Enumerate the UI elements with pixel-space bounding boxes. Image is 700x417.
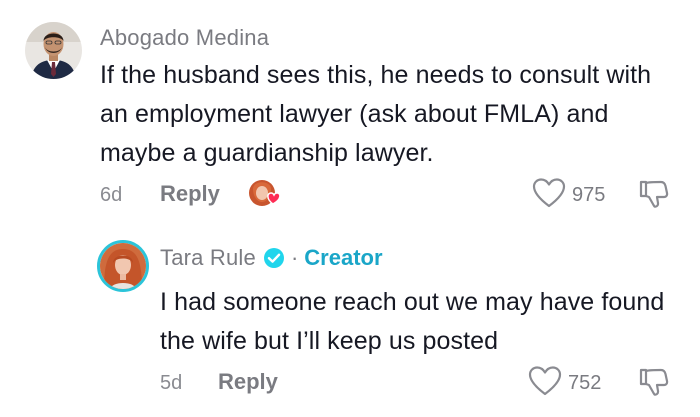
dislike-icon[interactable]: [637, 366, 669, 403]
like-count: 975: [572, 184, 606, 206]
avatar[interactable]: [97, 240, 149, 292]
creator-tag: Creator: [304, 245, 383, 270]
avatar[interactable]: [25, 22, 82, 79]
heart-outline-icon: [528, 365, 562, 402]
dislike-icon[interactable]: [637, 178, 669, 215]
comment-username[interactable]: Tara Rule: [160, 245, 256, 271]
comment-age: 5d: [160, 372, 183, 394]
comment-username[interactable]: Abogado Medina: [100, 25, 269, 51]
like-button[interactable]: 975: [532, 177, 605, 214]
comment-text: I had someone reach out we may have foun…: [160, 288, 665, 355]
comment-header: Tara Rule · Creator: [160, 245, 383, 271]
separator-dot: ·: [290, 245, 299, 270]
reply-button[interactable]: Reply: [160, 181, 220, 207]
verified-badge-icon: [263, 247, 285, 269]
like-button[interactable]: 752: [528, 365, 601, 402]
reply-button[interactable]: Reply: [218, 369, 278, 395]
comment-text: If the husband sees this, he needs to co…: [100, 61, 652, 167]
heart-outline-icon: [532, 177, 566, 214]
like-count: 752: [568, 372, 602, 394]
creator-liked-badge: [247, 176, 285, 210]
comment-age: 6d: [100, 184, 123, 206]
